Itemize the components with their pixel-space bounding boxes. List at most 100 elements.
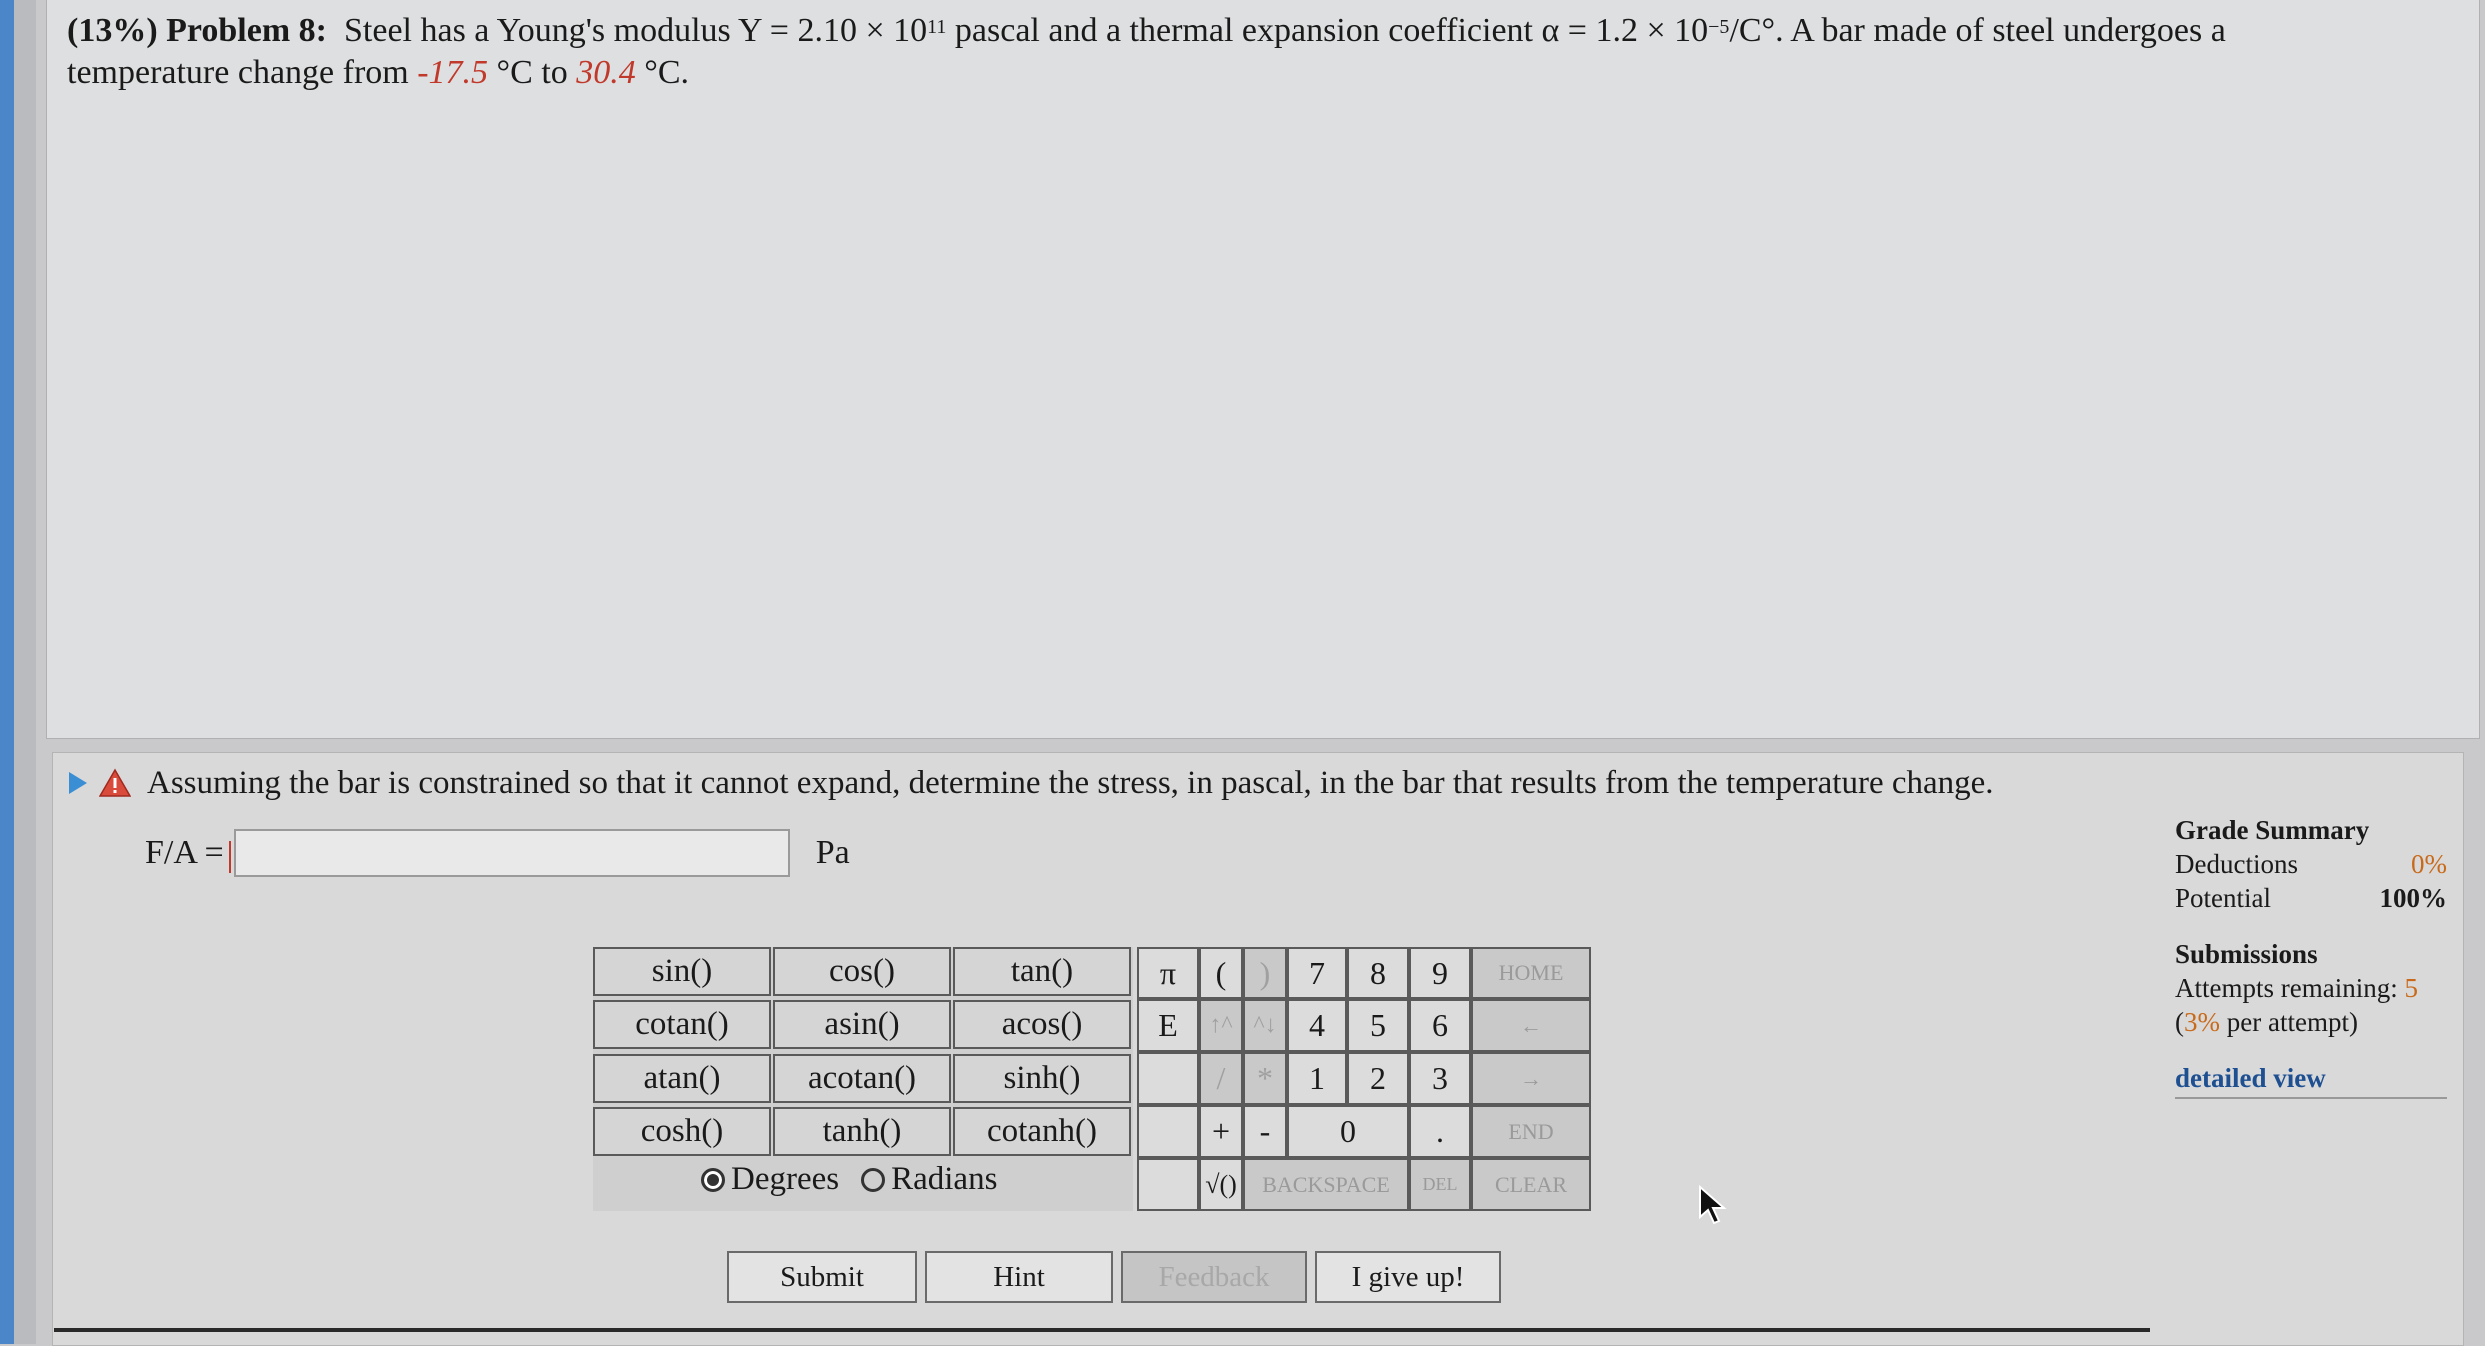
grade-summary-title: Grade Summary — [2175, 815, 2370, 845]
initial-temperature: -17.5 — [417, 54, 489, 91]
answer-label: F/A = — [145, 834, 224, 871]
attempts-row: Attempts remaining: 5 — [2175, 971, 2447, 1005]
potential-row: Potential 100% — [2175, 881, 2447, 915]
panel-divider — [54, 1328, 2150, 1332]
submit-button[interactable]: Submit — [727, 1251, 917, 1303]
up-arrow-key[interactable]: ↑^ — [1199, 999, 1243, 1052]
cos-button[interactable]: cos() — [773, 947, 951, 996]
acos-button[interactable]: acos() — [953, 1000, 1131, 1049]
key-1[interactable]: 1 — [1287, 1052, 1347, 1105]
part-header: Assuming the bar is constrained so that … — [69, 761, 1994, 805]
problem-text-c: /C°. A bar made of steel undergoes a — [1729, 12, 2226, 49]
problem-text-a: Steel has a Young's modulus Y = 2.10 × 1… — [344, 12, 928, 49]
rparen-key[interactable]: ) — [1243, 947, 1287, 999]
potential-value: 100% — [2379, 883, 2448, 913]
radians-radio[interactable] — [861, 1167, 886, 1192]
hint-button[interactable]: Hint — [925, 1251, 1113, 1303]
key-9[interactable]: 9 — [1409, 947, 1471, 999]
plus-key[interactable]: + — [1199, 1105, 1243, 1158]
blank-key-1 — [1137, 1052, 1199, 1105]
e-key[interactable]: E — [1137, 999, 1199, 1052]
per-attempt-open: ( — [2175, 1007, 2184, 1037]
tan-button[interactable]: tan() — [953, 947, 1131, 996]
problem-text-b: pascal and a thermal expansion coefficie… — [954, 12, 1709, 49]
degrees-radio[interactable] — [701, 1167, 725, 1192]
function-keypad: sin() cos() tan() cotan() asin() acos() … — [593, 947, 1133, 1211]
key-6[interactable]: 6 — [1409, 999, 1471, 1052]
unit-2: °C. — [644, 54, 690, 91]
exponent-a: 11 — [927, 16, 947, 38]
radians-label: Radians — [891, 1161, 998, 1197]
acotan-button[interactable]: acotan() — [773, 1054, 951, 1103]
problem-panel: (13%) Problem 8: Steel has a Young's mod… — [46, 0, 2480, 739]
dot-key[interactable]: . — [1409, 1105, 1471, 1158]
window-left-edge — [0, 0, 14, 1344]
part-question: Assuming the bar is constrained so that … — [147, 765, 1994, 801]
answer-input[interactable] — [233, 829, 790, 877]
lparen-key[interactable]: ( — [1199, 947, 1243, 999]
cotan-button[interactable]: cotan() — [593, 1000, 771, 1049]
sqrt-key[interactable]: √() — [1199, 1158, 1243, 1211]
give-up-button[interactable]: I give up! — [1315, 1251, 1501, 1303]
text-cursor — [229, 841, 231, 873]
problem-title: Problem 8: — [166, 12, 327, 49]
backspace-key[interactable]: BACKSPACE — [1243, 1158, 1409, 1211]
per-attempt-percent: 3% — [2184, 1007, 2220, 1037]
down-arrow-key[interactable]: ^↓ — [1243, 999, 1287, 1052]
tanh-button[interactable]: tanh() — [773, 1107, 951, 1156]
unit-1: °C to — [496, 54, 568, 91]
sin-button[interactable]: sin() — [593, 947, 771, 996]
degrees-label: Degrees — [731, 1161, 840, 1197]
grade-summary: Grade Summary Deductions 0% Potential 10… — [2175, 813, 2447, 1099]
problem-statement: (13%) Problem 8: Steel has a Young's mod… — [67, 10, 2447, 94]
problem-percent: (13%) — [67, 12, 158, 49]
window-left-gutter — [14, 0, 36, 1344]
clear-key[interactable]: CLEAR — [1471, 1158, 1591, 1211]
problem-text-d: temperature change from — [67, 54, 409, 91]
per-attempt-text: per attempt) — [2226, 1007, 2358, 1037]
deductions-value: 0% — [2411, 849, 2447, 879]
deductions-label: Deductions — [2175, 849, 2298, 879]
key-5[interactable]: 5 — [1347, 999, 1409, 1052]
per-attempt-row: (3% per attempt) — [2175, 1005, 2447, 1039]
part-panel: Assuming the bar is constrained so that … — [52, 752, 2464, 1346]
warning-icon — [99, 768, 131, 797]
answer-row: F/A = Pa — [145, 829, 850, 877]
answer-unit: Pa — [815, 834, 850, 871]
attempts-value: 5 — [2404, 973, 2418, 1003]
key-3[interactable]: 3 — [1409, 1052, 1471, 1105]
exponent-b: −5 — [1708, 16, 1730, 38]
potential-label: Potential — [2175, 883, 2271, 913]
cosh-button[interactable]: cosh() — [593, 1107, 771, 1156]
deductions-row: Deductions 0% — [2175, 847, 2447, 881]
end-key[interactable]: END — [1471, 1105, 1591, 1158]
blank-key-2 — [1137, 1105, 1199, 1158]
key-8[interactable]: 8 — [1347, 947, 1409, 999]
home-key[interactable]: HOME — [1471, 947, 1591, 999]
right-arrow-key[interactable]: → — [1471, 1052, 1591, 1105]
asin-button[interactable]: asin() — [773, 1000, 951, 1049]
submissions-title: Submissions — [2175, 939, 2318, 969]
final-temperature: 30.4 — [576, 54, 636, 91]
key-4[interactable]: 4 — [1287, 999, 1347, 1052]
mouse-pointer-icon — [1699, 1185, 1727, 1225]
key-0[interactable]: 0 — [1287, 1105, 1409, 1158]
play-icon[interactable] — [69, 772, 87, 794]
sinh-button[interactable]: sinh() — [953, 1054, 1131, 1103]
key-2[interactable]: 2 — [1347, 1052, 1409, 1105]
cotanh-button[interactable]: cotanh() — [953, 1107, 1131, 1156]
number-keypad: π ( ) 7 8 9 HOME E ↑^ ^↓ 4 5 6 ← / * 1 2… — [1137, 947, 1625, 1211]
attempts-label: Attempts remaining: — [2175, 973, 2398, 1003]
detailed-view-row: detailed view — [2175, 1061, 2447, 1099]
key-7[interactable]: 7 — [1287, 947, 1347, 999]
multiply-key[interactable]: * — [1243, 1052, 1287, 1105]
divide-key[interactable]: / — [1199, 1052, 1243, 1105]
left-arrow-key[interactable]: ← — [1471, 999, 1591, 1052]
atan-button[interactable]: atan() — [593, 1054, 771, 1103]
detailed-view-link[interactable]: detailed view — [2175, 1063, 2326, 1093]
blank-key-3 — [1137, 1158, 1199, 1211]
feedback-button[interactable]: Feedback — [1121, 1251, 1307, 1303]
minus-key[interactable]: - — [1243, 1105, 1287, 1158]
del-key[interactable]: DEL — [1409, 1158, 1471, 1211]
pi-key[interactable]: π — [1137, 947, 1199, 999]
